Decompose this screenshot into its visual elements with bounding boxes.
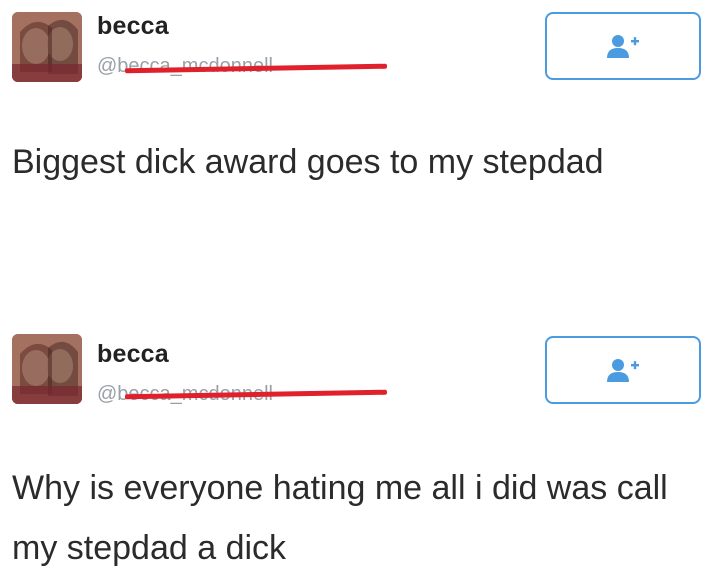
follow-user-icon: [607, 359, 639, 382]
tweet-text: Biggest dick award goes to my stepdad: [12, 143, 604, 181]
tweet-text: Why is everyone hating me all i did was …: [12, 469, 668, 567]
avatar[interactable]: [12, 334, 82, 404]
tweet-card: becca @becca_mcdonnell Why is everyone h…: [0, 320, 720, 577]
display-name[interactable]: becca: [97, 12, 169, 41]
tweet-card: becca @becca_mcdonnell Biggest dick awar…: [0, 0, 720, 320]
avatar-photo: [12, 334, 82, 404]
follow-button[interactable]: [545, 12, 701, 80]
avatar[interactable]: [12, 12, 82, 82]
follow-user-icon: [607, 35, 639, 58]
display-name[interactable]: becca: [97, 340, 169, 369]
avatar-photo: [12, 12, 82, 82]
follow-button[interactable]: [545, 336, 701, 404]
